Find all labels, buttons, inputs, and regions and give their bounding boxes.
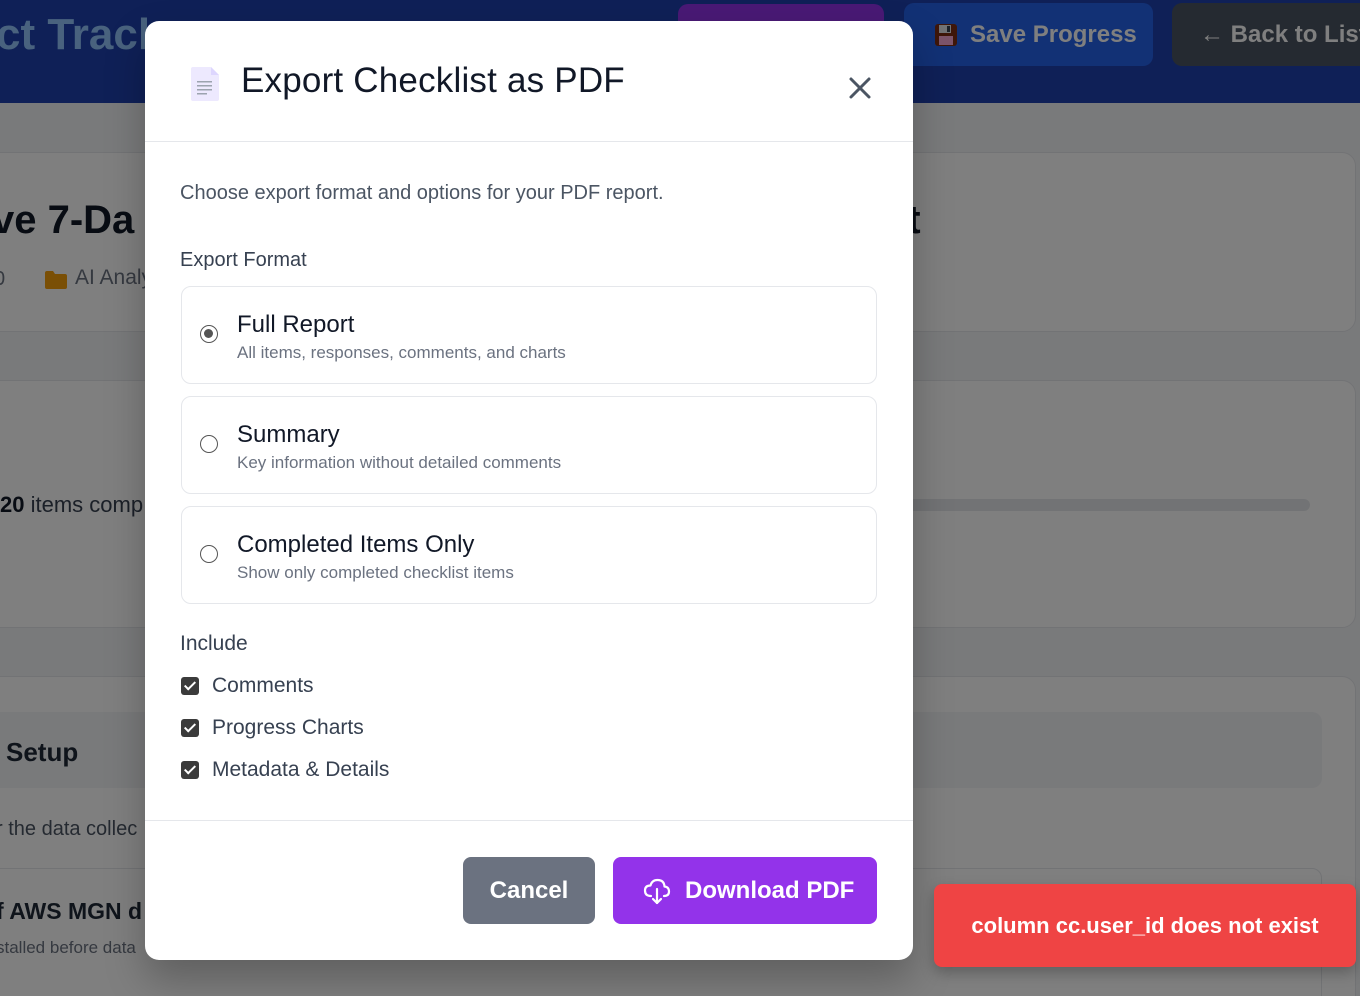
- metadata-checkbox[interactable]: [181, 761, 199, 779]
- cloud-download-icon: [643, 878, 671, 904]
- completed-only-radio[interactable]: [200, 545, 218, 563]
- export-format-heading: Export Format: [180, 249, 307, 271]
- download-pdf-button[interactable]: Download PDF: [613, 857, 877, 924]
- modal-title: Export Checklist as PDF: [241, 61, 625, 100]
- include-option-label: Progress Charts: [212, 716, 364, 739]
- format-option-title: Full Report: [237, 311, 355, 338]
- format-option-description: Show only completed checklist items: [237, 563, 514, 582]
- full-report-radio[interactable]: [200, 325, 218, 343]
- close-icon[interactable]: [843, 71, 877, 105]
- format-option-title: Summary: [237, 421, 340, 448]
- include-progress-charts-option[interactable]: Progress Charts: [181, 715, 364, 741]
- include-metadata-option[interactable]: Metadata & Details: [181, 757, 389, 783]
- error-toast[interactable]: column cc.user_id does not exist: [934, 884, 1356, 967]
- format-option-description: All items, responses, comments, and char…: [237, 343, 566, 362]
- format-option-summary[interactable]: Summary Key information without detailed…: [181, 396, 877, 494]
- modal-intro: Choose export format and options for you…: [180, 182, 664, 204]
- progress-charts-checkbox[interactable]: [181, 719, 199, 737]
- comments-checkbox[interactable]: [181, 677, 199, 695]
- format-option-full-report[interactable]: Full Report All items, responses, commen…: [181, 286, 877, 384]
- include-heading: Include: [180, 632, 248, 655]
- export-pdf-modal: Export Checklist as PDF Choose export fo…: [145, 21, 913, 960]
- include-option-label: Metadata & Details: [212, 758, 390, 781]
- cancel-button[interactable]: Cancel: [463, 857, 595, 924]
- format-option-completed-only[interactable]: Completed Items Only Show only completed…: [181, 506, 877, 604]
- summary-radio[interactable]: [200, 435, 218, 453]
- include-comments-option[interactable]: Comments: [181, 673, 314, 699]
- format-option-title: Completed Items Only: [237, 531, 475, 558]
- document-icon: [191, 67, 219, 101]
- modal-header: Export Checklist as PDF: [145, 21, 913, 142]
- download-pdf-label: Download PDF: [685, 876, 855, 904]
- format-option-description: Key information without detailed comment…: [237, 453, 562, 472]
- modal-footer-divider: [145, 820, 913, 821]
- include-option-label: Comments: [212, 674, 314, 697]
